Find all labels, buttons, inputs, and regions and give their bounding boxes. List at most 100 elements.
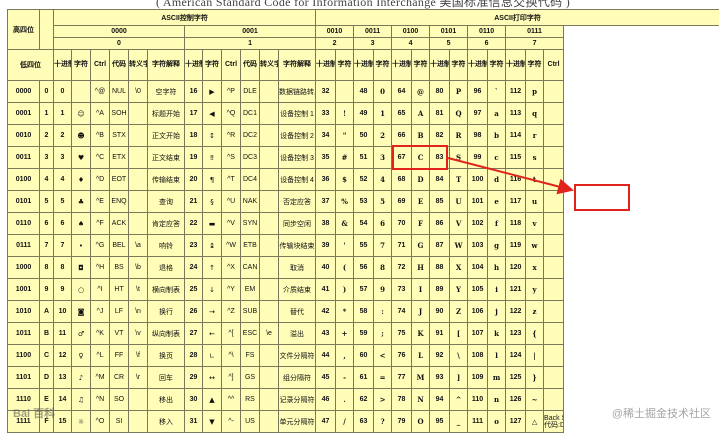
watermark-left: Bai 百科 [13,408,56,420]
group-bin: 0011 [353,25,393,38]
ctrl-desc: 横向制表 [147,278,185,301]
print-char: 0 [373,80,393,103]
print-ctrl [543,124,565,147]
print-ctrl [543,80,565,103]
print-char: a [487,102,507,125]
ctrl-code: ACK [109,212,129,235]
group-hex: 2 [315,37,355,50]
col-label-ctrl: Ctrl [221,49,241,81]
col-label-dec: 十进制 [315,49,337,81]
print-char: v [525,212,545,235]
print-dec: 56 [353,256,375,279]
ctrl-code: NUL [109,80,129,103]
ctrl-desc: 正文开始 [147,124,185,147]
print-char: ( [335,256,355,279]
ctrl-code: SI [109,410,129,433]
print-dec: 44 [315,344,337,367]
ctrl-caret: ^I [90,278,110,301]
print-char: X [449,256,469,279]
print-char: z [525,300,545,323]
print-dec: 47 [315,410,337,433]
ctrl-desc: 数据链路转义 [277,80,317,103]
ctrl-caret: ^S [221,146,241,169]
ctrl-desc: 文件分隔符 [277,344,317,367]
ctrl-glyph: ♣ [71,190,91,213]
print-dec: 118 [505,212,527,235]
print-char: ` [487,80,507,103]
ctrl-dec: 12 [53,344,72,367]
print-dec: 92 [429,344,451,367]
print-char: △ [525,410,545,433]
print-char: - [335,366,355,389]
print-char: 5 [373,190,393,213]
row-bin: 1000 [7,256,40,279]
ctrl-dec: 27 [184,322,203,345]
ctrl-glyph: ♀ [71,344,91,367]
print-dec: 79 [391,410,413,433]
ctrl-escape [128,124,148,147]
ctrl-caret: ^G [90,234,110,257]
row-bin: 0000 [7,80,40,103]
ctrl-desc: 设备控制 2 [277,124,317,147]
group-bin: 0000 [53,25,185,38]
print-ctrl [543,190,565,213]
print-char: e [487,190,507,213]
ctrl-escape [259,124,279,147]
ctrl-escape [259,300,279,323]
ctrl-escape [259,190,279,213]
print-dec: 100 [467,168,489,191]
print-char: s [525,146,545,169]
ctrl-code: RS [240,388,260,411]
ctrl-glyph: § [202,190,222,213]
print-ctrl [543,256,565,279]
print-dec: 38 [315,212,337,235]
print-dec: 51 [353,146,375,169]
print-dec: 95 [429,410,451,433]
ctrl-desc: 否定应答 [277,190,317,213]
ctrl-caret: ^C [90,146,110,169]
ctrl-dec: 1 [53,102,72,125]
print-char: w [525,234,545,257]
ctrl-code: DC1 [240,102,260,125]
col-label-ctrl: Ctrl [543,49,565,81]
ctrl-escape: \e [259,322,279,345]
print-char: u [525,190,545,213]
print-ctrl [543,388,565,411]
ctrl-code: CR [109,366,129,389]
ctrl-caret: ^Z [221,300,241,323]
print-char: \ [449,344,469,367]
ctrl-escape [259,212,279,235]
print-dec: 58 [353,300,375,323]
ctrl-desc: 正文结束 [147,146,185,169]
print-char: ? [373,410,393,433]
print-dec: 105 [467,278,489,301]
ctrl-desc: 响铃 [147,234,185,257]
print-char: _ [449,410,469,433]
ctrl-dec: 29 [184,366,203,389]
row-hex: 9 [39,278,54,301]
ctrl-caret: ^R [221,124,241,147]
ctrl-dec: 3 [53,146,72,169]
print-char: 4 [373,168,393,191]
print-dec: 127 [505,410,527,433]
print-char: / [335,410,355,433]
row-hex: 4 [39,168,54,191]
table-banner: ( American Standard Code for Information… [155,0,571,9]
row-hex: D [39,366,54,389]
ctrl-escape [259,366,279,389]
print-dec: 111 [467,410,489,433]
ctrl-caret: ^- [221,410,241,433]
ctrl-caret: ^@ [90,80,110,103]
print-dec: 41 [315,278,337,301]
print-dec: 75 [391,322,413,345]
print-dec: 104 [467,256,489,279]
print-char: Z [449,300,469,323]
print-char [335,80,355,103]
ctrl-dec: 24 [184,256,203,279]
ctrl-caret: ^F [90,212,110,235]
row-hex: A [39,300,54,323]
print-char: # [335,146,355,169]
print-dec: 68 [391,168,413,191]
ctrl-escape [259,344,279,367]
print-char: h [487,256,507,279]
